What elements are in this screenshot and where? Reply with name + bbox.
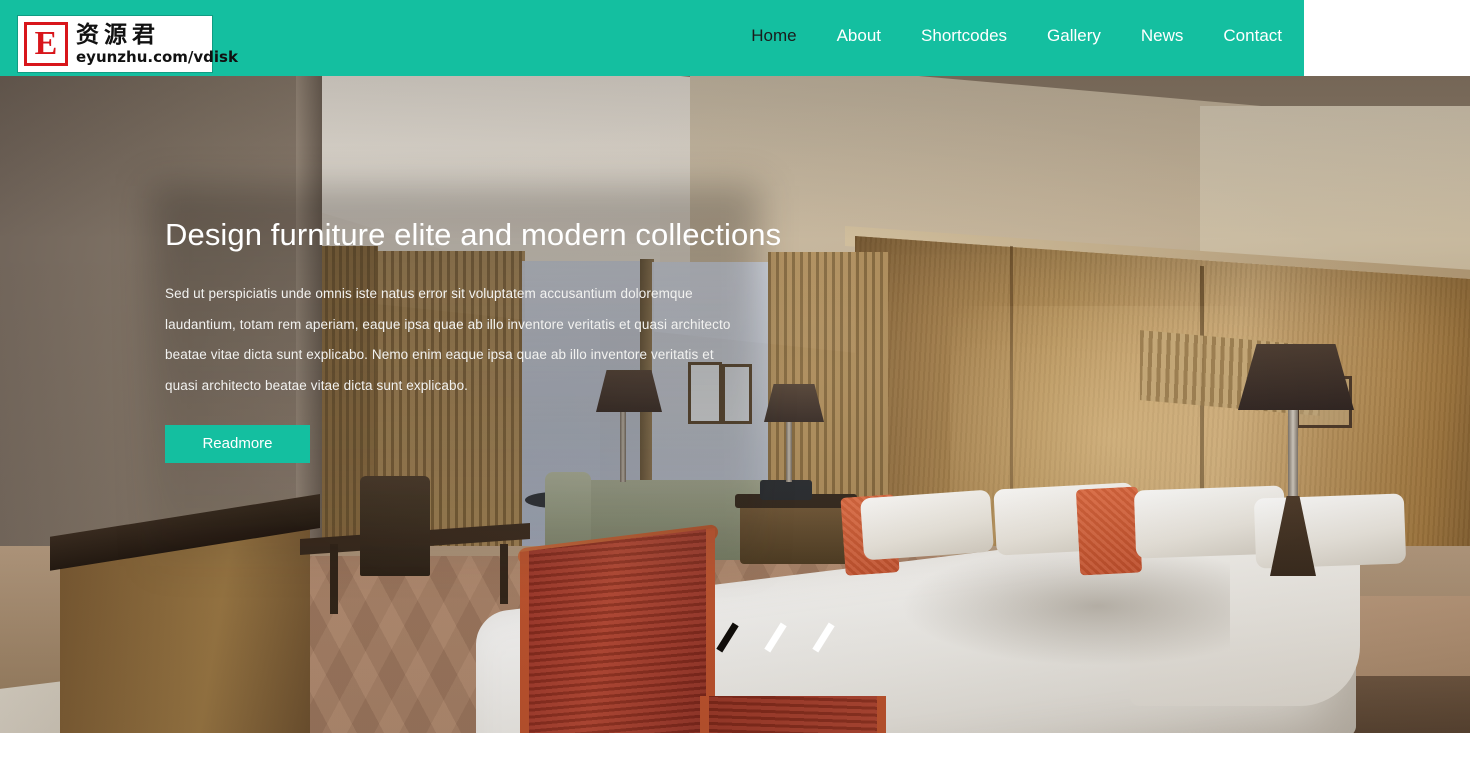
nav-item-shortcodes[interactable]: Shortcodes: [921, 24, 1007, 48]
hero-paragraph: Sed ut perspiciatis unde omnis iste natu…: [165, 286, 731, 393]
desk-leg: [500, 544, 508, 604]
readmore-button[interactable]: Readmore: [165, 425, 310, 463]
slash-icon: [764, 622, 787, 653]
bed-shadow: [900, 546, 1230, 666]
watermark-chinese-name: 资源君: [76, 22, 160, 48]
bed-runner-drop: [700, 696, 886, 733]
orange-cushion: [1075, 486, 1143, 576]
page-root: Ultimate Home About Shortcodes Gallery N…: [0, 0, 1470, 780]
watermark-url: eyunzhu.com/vdisk: [76, 48, 238, 66]
nightstand: [740, 500, 850, 564]
slider-pagination: [714, 622, 840, 653]
bed-runner: [520, 528, 715, 733]
desk-leg: [330, 544, 338, 614]
nav-item-contact[interactable]: Contact: [1223, 24, 1282, 48]
slash-icon: [812, 622, 835, 653]
bed-pillow: [859, 489, 995, 561]
nav-item-gallery[interactable]: Gallery: [1047, 24, 1101, 48]
slider-dot-3[interactable]: [810, 622, 840, 653]
page-bottom-area: [0, 733, 1470, 780]
slider-dot-2[interactable]: [762, 622, 792, 653]
watermark-e-icon: E: [24, 22, 68, 66]
watermark-text: 资源君 eyunzhu.com/vdisk: [76, 22, 238, 66]
telephone: [760, 480, 812, 500]
nav-item-home[interactable]: Home: [751, 24, 796, 48]
main-navigation: Home About Shortcodes Gallery News Conta…: [751, 24, 1282, 48]
slider-dot-1[interactable]: [714, 622, 744, 653]
nav-item-news[interactable]: News: [1141, 24, 1184, 48]
hero-heading: Design furniture elite and modern collec…: [165, 217, 782, 252]
nav-item-about[interactable]: About: [837, 24, 881, 48]
slash-icon: [716, 622, 739, 653]
watermark-logo-overlay: E 资源君 eyunzhu.com/vdisk: [18, 16, 238, 72]
hero-caption: Design furniture elite and modern collec…: [165, 212, 785, 463]
table-lamp-stem: [786, 422, 792, 482]
floor-lamp-shade: [1238, 344, 1354, 410]
desk-chair: [360, 476, 430, 576]
